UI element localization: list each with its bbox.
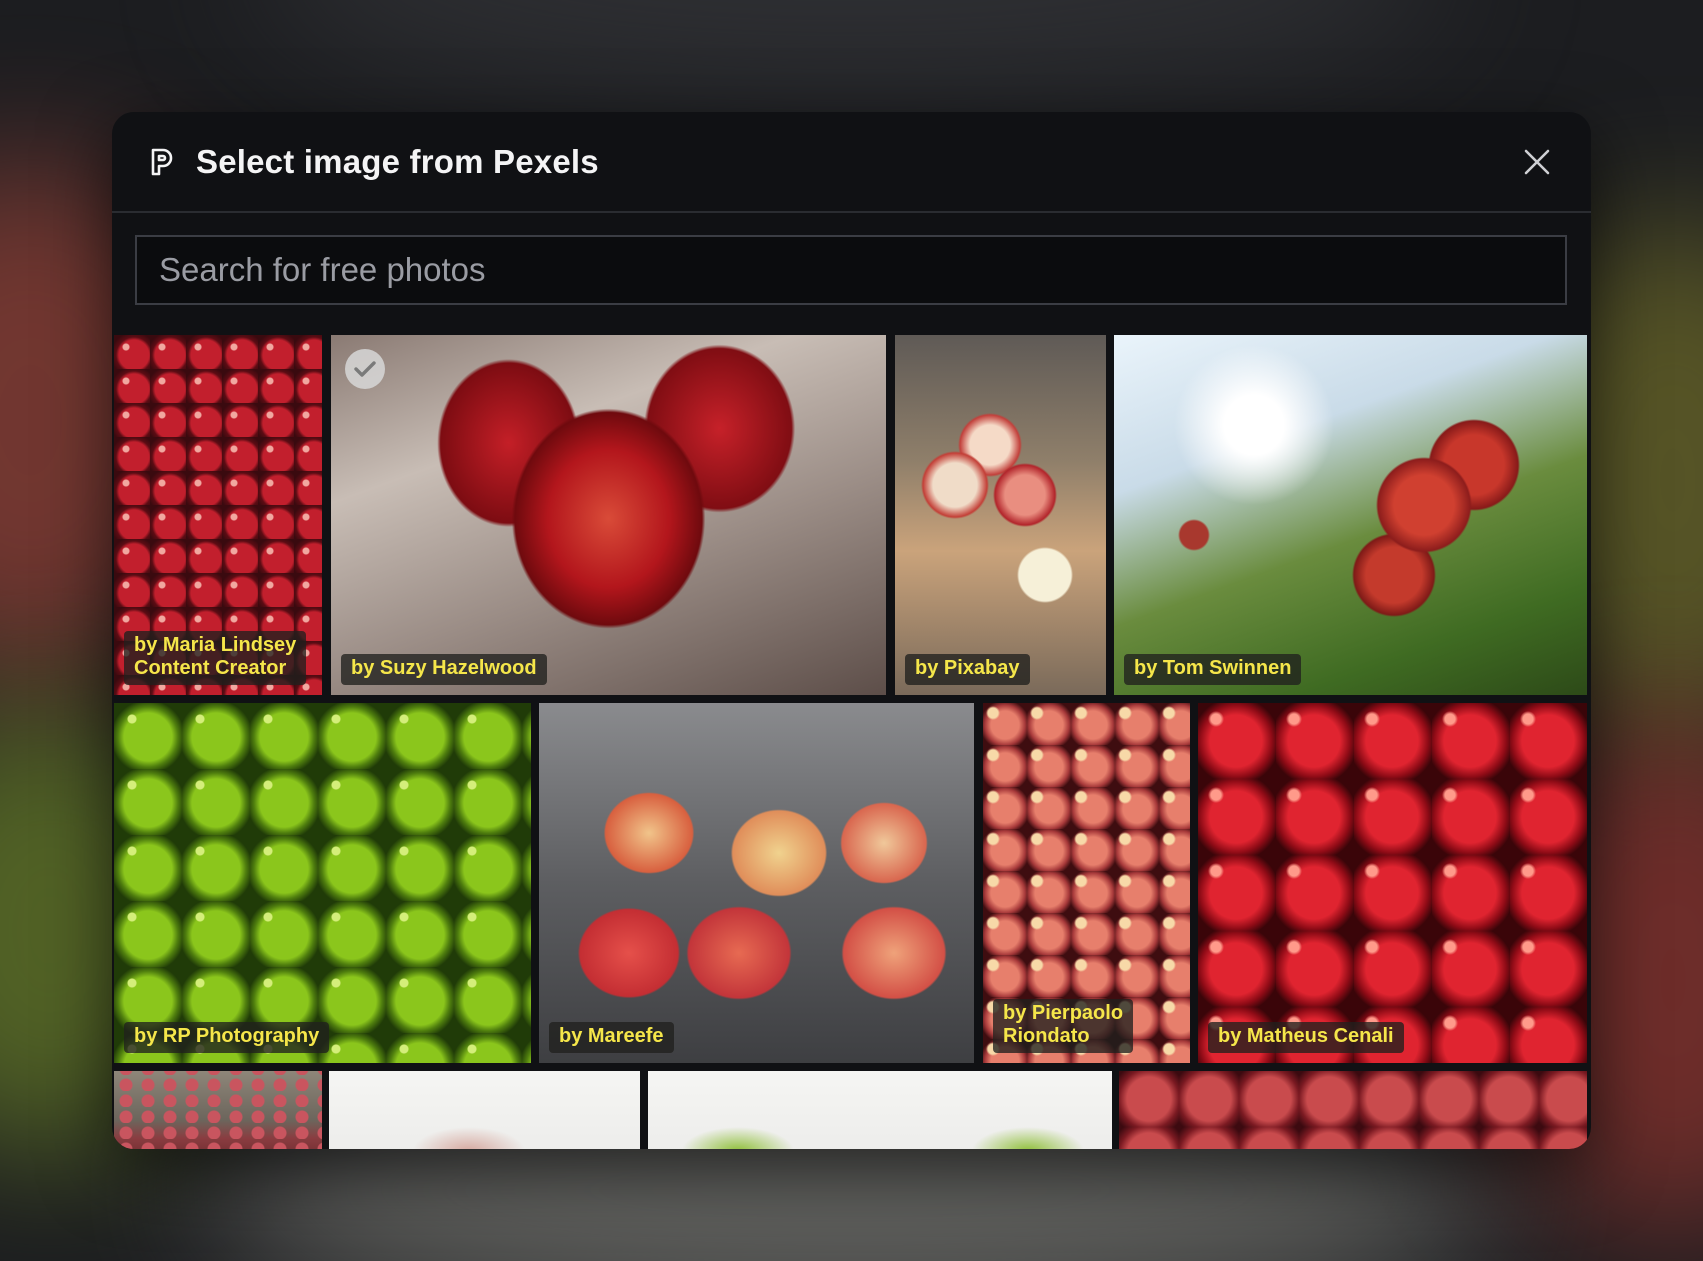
photo-credit: by Suzy Hazelwood [341,654,547,685]
photo-credit: by Pixabay [905,654,1030,685]
modal-title: Select image from Pexels [196,142,599,180]
photo-tile[interactable]: by Matheus Cenali [1198,703,1587,1063]
search-container [112,213,1591,305]
photo-credit: by Pierpaolo Riondato [993,999,1134,1053]
close-button[interactable] [1517,142,1557,182]
checkmark-icon [345,349,385,389]
photo-tile[interactable]: by Pierpaolo Riondato [983,703,1190,1063]
photo-credit: by Matheus Cenali [1208,1022,1404,1053]
modal-header: Select image from Pexels [112,112,1591,213]
photo-credit: by RP Photography [124,1022,330,1053]
photo-credit: by Maria Lindsey Content Creator [124,631,307,685]
photo-credit: by Mareefe [549,1022,674,1053]
photo-tile[interactable]: by Mareefe [539,703,974,1063]
photo-tile[interactable]: by Maria Lindsey Content Creator [114,335,322,695]
close-icon [1524,149,1550,175]
photo-tile[interactable] [648,1071,1112,1149]
photo-credit: by Tom Swinnen [1124,654,1302,685]
photo-tile[interactable]: by Tom Swinnen [1114,335,1587,695]
photo-tile[interactable]: by RP Photography [114,703,531,1063]
photo-tile[interactable]: by Pixabay [895,335,1106,695]
pexels-logo-icon [150,148,174,176]
photo-tile-selected[interactable]: by Suzy Hazelwood [331,335,886,695]
photo-tile[interactable] [1119,1071,1587,1149]
photo-tile[interactable] [114,1071,322,1149]
photo-tile[interactable] [329,1071,640,1149]
search-input[interactable] [135,235,1567,305]
pexels-modal: Select image from Pexels by Maria Lindse… [112,112,1591,1149]
